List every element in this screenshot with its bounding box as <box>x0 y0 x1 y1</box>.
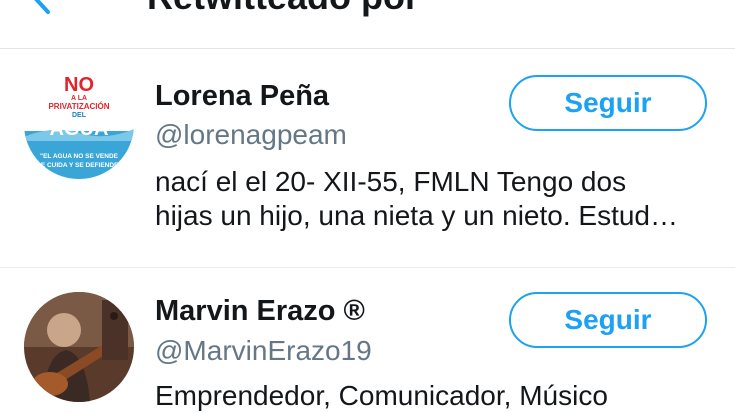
page-title: Retwitteado por <box>147 0 419 18</box>
user-handle[interactable]: @MarvinErazo19 <box>155 335 372 367</box>
user-handle[interactable]: @lorenagpeam <box>155 119 347 151</box>
avatar-badge-line1: A LA <box>71 95 87 102</box>
user-bio: nací el el 20- XII-55, FMLN Tengo dos hi… <box>155 165 715 233</box>
follow-button[interactable]: Seguir <box>509 292 707 348</box>
avatar-badge-line2: PRIVATIZACIÓN <box>48 102 109 111</box>
user-bio-line: Emprendedor, Comunicador, Músico <box>155 380 608 411</box>
avatar[interactable]: NO A LA PRIVATIZACIÓN DEL AGUA "EL AGUA … <box>24 69 134 179</box>
avatar-badge-no: NO <box>64 74 94 96</box>
user-bio-line: hijas un hijo, una nieta y un nieto. Est… <box>155 200 679 231</box>
user-name[interactable]: Lorena Peña <box>155 80 329 113</box>
user-bio-line: nací el el 20- XII-55, FMLN Tengo dos <box>155 166 627 197</box>
user-list-item[interactable]: NO A LA PRIVATIZACIÓN DEL AGUA "EL AGUA … <box>0 49 735 268</box>
user-list-item[interactable]: Marvin Erazo ® @MarvinErazo19 Emprendedo… <box>0 268 735 411</box>
app-header: Retwitteado por <box>0 0 735 49</box>
arrow-left-icon[interactable] <box>28 0 62 16</box>
avatar-badge-footer2: SE CUIDA Y SE DEFIENDE" <box>37 162 122 169</box>
user-name[interactable]: Marvin Erazo ® <box>155 295 365 328</box>
follow-button[interactable]: Seguir <box>509 75 707 131</box>
user-bio: Emprendedor, Comunicador, Músico <box>155 379 715 413</box>
avatar-badge-footer1: "EL AGUA NO SE VENDE <box>40 153 119 160</box>
avatar-badge-main: AGUA <box>50 118 109 140</box>
avatar[interactable] <box>24 292 134 402</box>
